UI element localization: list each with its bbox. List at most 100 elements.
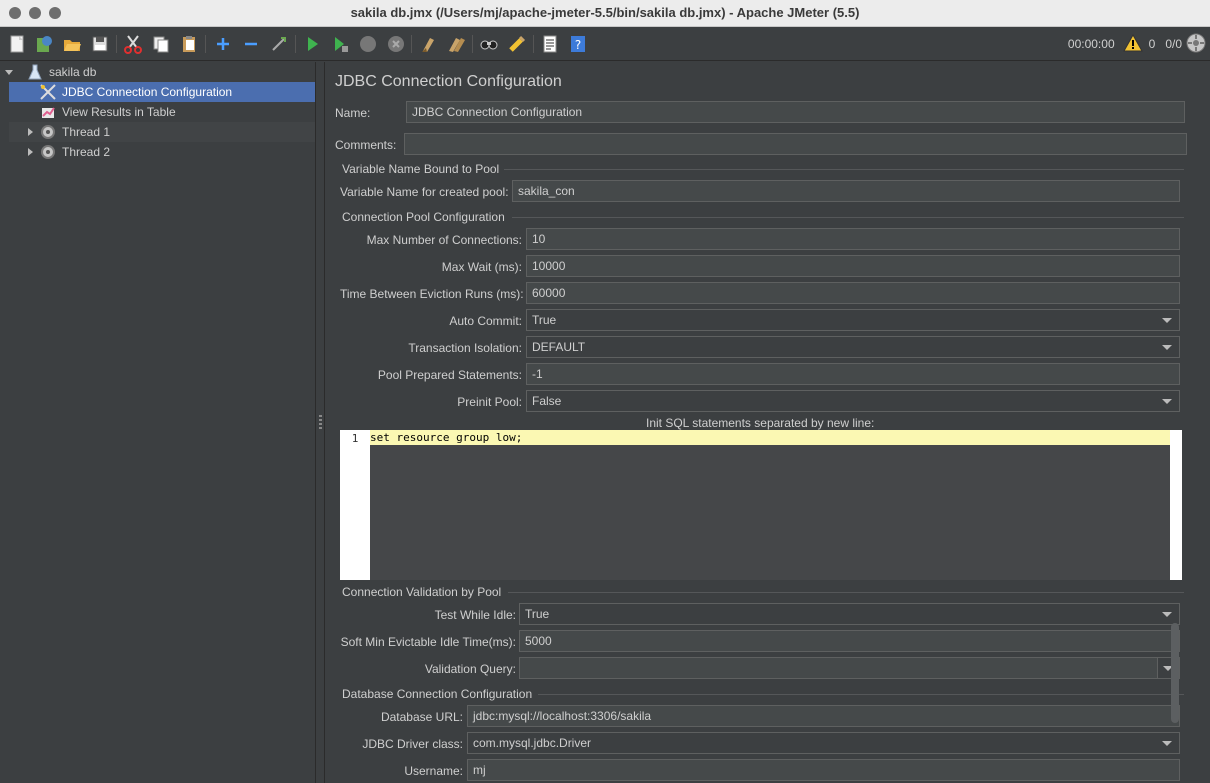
soft-min-idle-field[interactable]: 5000: [519, 630, 1180, 652]
svg-text:?: ?: [575, 38, 581, 52]
cut-icon[interactable]: [122, 33, 144, 55]
elapsed-timer: 00:00:00: [1067, 37, 1115, 51]
soft-min-idle-label: Soft Min Evictable Idle Time(ms):: [340, 635, 516, 649]
page-title: JDBC Connection Configuration: [335, 73, 562, 90]
minimize-window-button[interactable]: [29, 7, 41, 19]
log-toggle-icon[interactable]: [1186, 33, 1206, 56]
init-sql-editor[interactable]: 1 set resource group low;: [340, 430, 1182, 580]
results-table-icon: [39, 103, 57, 121]
driver-class-combo[interactable]: com.mysql.jdbc.Driver: [467, 732, 1180, 754]
function-helper-icon[interactable]: [539, 33, 561, 55]
thread-group-icon: [39, 123, 57, 141]
code-area[interactable]: set resource group low;: [370, 430, 1170, 580]
section-connection-pool: Connection Pool Configuration: [342, 210, 505, 224]
chevron-down-icon: [1162, 612, 1172, 617]
copy-icon[interactable]: [150, 33, 172, 55]
username-field[interactable]: mj: [467, 759, 1180, 781]
transaction-isolation-select[interactable]: DEFAULT: [526, 336, 1180, 358]
clear-all-icon[interactable]: [445, 33, 467, 55]
eviction-runs-label: Time Between Eviction Runs (ms):: [340, 287, 524, 301]
editor-scrollbar[interactable]: [1170, 430, 1182, 580]
auto-commit-select[interactable]: True: [526, 309, 1180, 331]
test-while-idle-select[interactable]: True: [519, 603, 1180, 625]
tree-item-label: JDBC Connection Configuration: [62, 85, 233, 99]
test-plan-icon: [26, 63, 44, 81]
code-line: set resource group low;: [370, 430, 1170, 445]
test-while-idle-label: Test While Idle:: [434, 608, 516, 622]
auto-commit-label: Auto Commit:: [449, 314, 522, 328]
comments-label: Comments:: [335, 138, 397, 152]
tree-item-thread-1[interactable]: Thread 1: [9, 122, 315, 142]
username-label: Username:: [404, 764, 463, 778]
status-area: 00:00:00 0 0/0: [1062, 27, 1210, 61]
tree-item-jdbc-config[interactable]: JDBC Connection Configuration: [9, 82, 315, 102]
collapse-icon[interactable]: [240, 33, 262, 55]
database-url-field[interactable]: jdbc:mysql://localhost:3306/sakila: [467, 705, 1180, 727]
section-database-connection: Database Connection Configuration: [342, 687, 533, 701]
chevron-right-icon[interactable]: [25, 127, 35, 137]
comments-field[interactable]: [404, 133, 1187, 155]
zoom-window-button[interactable]: [49, 7, 61, 19]
chevron-right-icon[interactable]: [25, 147, 35, 157]
driver-class-value: com.mysql.jdbc.Driver: [473, 736, 592, 750]
preinit-pool-label: Preinit Pool:: [457, 395, 522, 409]
config-panel: JDBC Connection Configuration Name: JDBC…: [326, 62, 1210, 783]
open-icon[interactable]: [61, 33, 83, 55]
stop-icon[interactable]: [357, 33, 379, 55]
section-validation: Connection Validation by Pool: [342, 585, 502, 599]
variable-name-field[interactable]: sakila_con: [512, 180, 1180, 202]
drag-handle-icon[interactable]: [319, 415, 322, 429]
clear-icon[interactable]: [417, 33, 439, 55]
max-wait-label: Max Wait (ms):: [441, 260, 522, 274]
close-window-button[interactable]: [9, 7, 21, 19]
start-no-pause-icon[interactable]: [329, 33, 351, 55]
reset-search-icon[interactable]: [506, 33, 528, 55]
toggle-icon[interactable]: [268, 33, 290, 55]
new-icon[interactable]: [6, 33, 28, 55]
title-bar: sakila db.jmx (/Users/mj/apache-jmeter-5…: [0, 0, 1210, 27]
test-plan-tree: sakila db JDBC Connection Configuration …: [0, 62, 316, 783]
tree-root-label: sakila db: [49, 65, 97, 79]
start-icon[interactable]: [301, 33, 323, 55]
database-url-label: Database URL:: [380, 710, 463, 724]
pool-prepared-field[interactable]: -1: [526, 363, 1180, 385]
name-label: Name:: [335, 106, 371, 120]
help-icon[interactable]: ?: [567, 33, 589, 55]
templates-icon[interactable]: [33, 33, 55, 55]
tree-item-label: Thread 2: [62, 145, 111, 159]
line-number: 1: [340, 430, 370, 580]
validation-query-label: Validation Query:: [424, 662, 516, 676]
preinit-pool-select[interactable]: False: [526, 390, 1180, 412]
search-icon[interactable]: [478, 33, 500, 55]
transaction-isolation-label: Transaction Isolation:: [408, 341, 522, 355]
auto-commit-value: True: [532, 313, 557, 327]
expand-icon[interactable]: [212, 33, 234, 55]
tree-item-view-results[interactable]: View Results in Table: [9, 102, 315, 122]
warning-count: 0: [1148, 37, 1156, 51]
transaction-isolation-value: DEFAULT: [532, 340, 586, 354]
warning-icon[interactable]: [1122, 33, 1143, 55]
max-connections-field[interactable]: 10: [526, 228, 1180, 250]
paste-icon[interactable]: [178, 33, 200, 55]
variable-name-label: Variable Name for created pool:: [340, 185, 509, 199]
name-field[interactable]: JDBC Connection Configuration: [406, 101, 1185, 123]
save-icon[interactable]: [89, 33, 111, 55]
chevron-down-icon[interactable]: [4, 67, 14, 77]
toolbar: ? 00:00:00 0 0/0: [0, 27, 1210, 61]
chevron-down-icon: [1162, 741, 1172, 746]
eviction-runs-field[interactable]: 60000: [526, 282, 1180, 304]
jdbc-config-icon: [39, 83, 57, 101]
section-variable-name: Variable Name Bound to Pool: [342, 162, 500, 176]
validation-query-combo[interactable]: [519, 657, 1180, 679]
max-connections-label: Max Number of Connections:: [366, 233, 522, 247]
thread-count: 0/0: [1165, 37, 1182, 51]
driver-class-label: JDBC Driver class:: [362, 737, 463, 751]
test-while-idle-value: True: [525, 607, 550, 621]
split-pane-divider[interactable]: [316, 62, 325, 783]
tree-item-thread-2[interactable]: Thread 2: [9, 142, 315, 162]
panel-scrollbar[interactable]: [1171, 623, 1179, 723]
max-wait-field[interactable]: 10000: [526, 255, 1180, 277]
chevron-down-icon: [1162, 345, 1172, 350]
tree-root[interactable]: sakila db: [0, 62, 316, 82]
shutdown-icon[interactable]: [385, 33, 407, 55]
